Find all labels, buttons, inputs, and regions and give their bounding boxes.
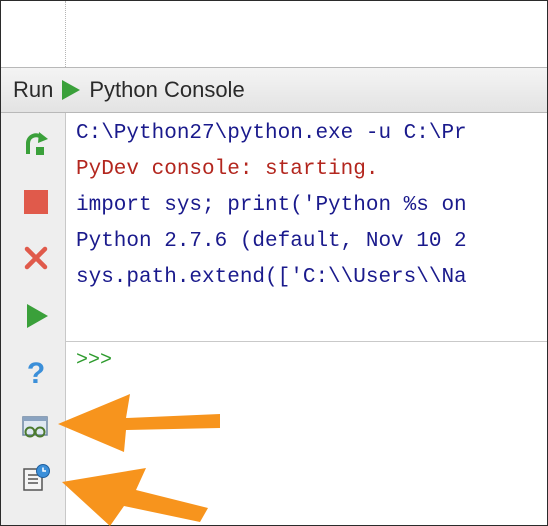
rerun-icon[interactable] [21, 129, 51, 159]
console-line: import sys; print('Python %s on [76, 194, 467, 217]
console-line: C:\Python27\python.exe -u C:\Pr [76, 122, 467, 145]
history-icon[interactable] [21, 463, 51, 493]
svg-text:?: ? [27, 357, 45, 387]
console-line: Python 2.7.6 (default, Nov 10 2 [76, 230, 467, 253]
annotation-arrow-icon [58, 394, 220, 452]
console-input-divider [66, 341, 547, 342]
console-prompt[interactable]: >>> [76, 349, 112, 372]
variables-view-icon[interactable] [21, 411, 51, 441]
console-line: sys.path.extend(['C:\\Users\\Na [76, 266, 467, 289]
editor-gutter-divider [65, 1, 66, 67]
tab-python-console[interactable]: Python Console [89, 77, 244, 103]
annotation-arrow-icon [62, 468, 208, 526]
editor-area [1, 1, 547, 67]
console-toolbar: ? [1, 113, 66, 525]
run-label: Run [13, 77, 54, 102]
play-icon [59, 79, 81, 101]
stop-icon[interactable] [21, 187, 51, 217]
close-icon[interactable] [21, 243, 51, 273]
console-line: PyDev console: starting. [76, 158, 379, 181]
help-icon[interactable]: ? [21, 357, 51, 387]
execute-icon[interactable] [21, 301, 51, 331]
run-tool-window-header: Run Python Console [1, 67, 547, 113]
